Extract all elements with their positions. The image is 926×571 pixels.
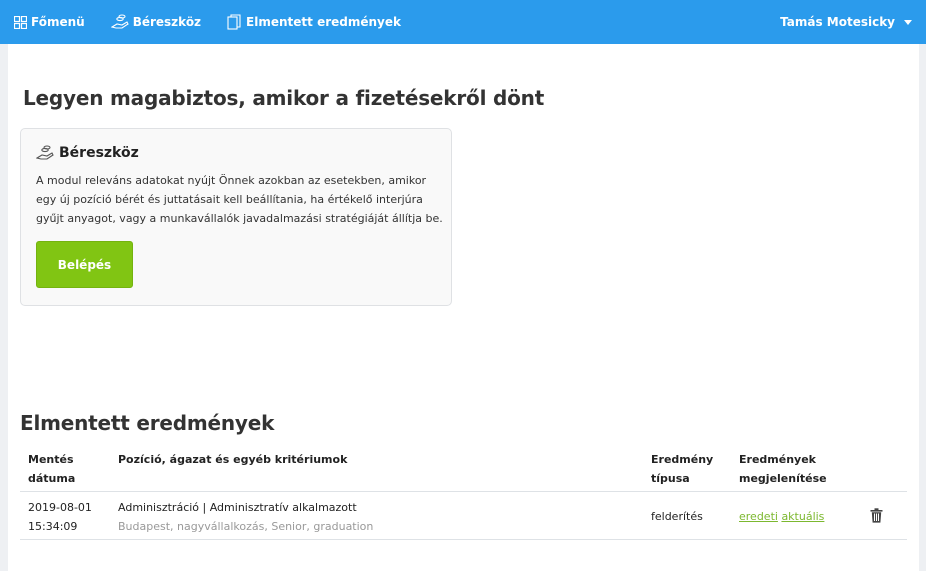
grid-icon — [14, 15, 27, 29]
header-text: megjelenítése — [739, 472, 827, 485]
header-result-type: Eredmény típusa — [651, 450, 731, 488]
wage-tool-card: Béreszköz A modul releváns adatokat nyúj… — [20, 128, 452, 306]
header-view-results: Eredmények megjelenítése — [739, 450, 859, 488]
card-title-text: Béreszköz — [59, 145, 139, 161]
caret-down-icon — [904, 19, 912, 25]
trash-icon — [870, 508, 883, 523]
header-text: Mentés — [28, 453, 74, 466]
row-save-date: 2019-08-01 15:34:09 — [28, 498, 108, 536]
hand-coins-icon — [110, 14, 129, 29]
row-details: Budapest, nagyvállalkozás, Senior, gradu… — [118, 520, 374, 533]
enter-button[interactable]: Belépés — [36, 241, 133, 288]
delete-button[interactable] — [870, 508, 883, 529]
user-name: Tamás Motesicky — [780, 15, 895, 29]
row-result-type: felderítés — [651, 510, 703, 523]
nav-item-wage-tool[interactable]: Béreszköz — [110, 14, 202, 30]
saved-results-table: Mentés dátuma Pozíció, ágazat és egyéb k… — [20, 444, 907, 540]
user-menu[interactable]: Tamás Motesicky — [780, 0, 912, 44]
nav-item-label: Főmenü — [31, 15, 85, 29]
nav-item-label: Béreszköz — [132, 15, 202, 29]
header-text: típusa — [651, 472, 690, 485]
header-criteria: Pozíció, ágazat és egyéb kritériumok — [118, 453, 348, 466]
row-date: 2019-08-01 — [28, 501, 92, 514]
nav-item-saved-results[interactable]: Elmentett eredmények — [227, 14, 401, 30]
top-navbar: Főmenü Béreszköz Elmentett eredmények Ta… — [0, 0, 926, 44]
page-title: Legyen magabiztos, amikor a fizetésekről… — [23, 86, 545, 110]
row-view-links: eredeti aktuális — [739, 507, 859, 526]
nav-item-label: Elmentett eredmények — [246, 15, 401, 29]
nav-item-main-menu[interactable]: Főmenü — [14, 15, 85, 29]
header-text: dátuma — [28, 472, 76, 485]
row-criteria: Adminisztráció | Adminisztratív alkalmaz… — [118, 498, 618, 536]
main-content: Legyen magabiztos, amikor a fizetésekről… — [8, 44, 919, 571]
hand-coins-icon — [36, 145, 54, 160]
link-current[interactable]: aktuális — [781, 510, 824, 523]
documents-icon — [227, 14, 241, 30]
saved-results-title: Elmentett eredmények — [20, 411, 275, 435]
row-position: Adminisztráció | Adminisztratív alkalmaz… — [118, 501, 357, 514]
table-header: Mentés dátuma Pozíció, ágazat és egyéb k… — [20, 444, 907, 492]
header-save-date: Mentés dátuma — [28, 450, 108, 488]
row-time: 15:34:09 — [28, 520, 78, 533]
card-title: Béreszköz — [36, 145, 436, 161]
header-text: Eredmények — [739, 453, 816, 466]
card-description: A modul releváns adatokat nyújt Önnek az… — [36, 174, 443, 225]
link-original[interactable]: eredeti — [739, 510, 778, 523]
header-text: Eredmény — [651, 453, 714, 466]
table-row: 2019-08-01 15:34:09 Adminisztráció | Adm… — [20, 492, 907, 540]
